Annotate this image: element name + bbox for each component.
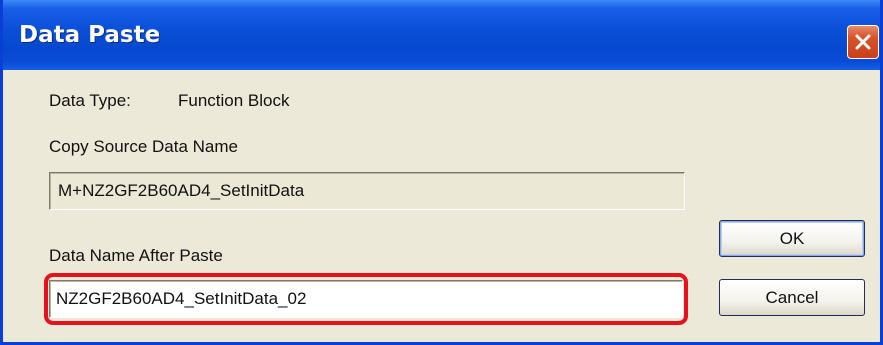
paste-name-label: Data Name After Paste (49, 246, 223, 265)
data-type-label: Data Type: (49, 91, 131, 110)
paste-name-input[interactable] (56, 285, 656, 313)
paste-name-field[interactable] (49, 280, 683, 318)
close-icon (855, 34, 871, 50)
dialog-body: Data Type: Function Block Copy Source Da… (3, 70, 880, 342)
copy-source-value: M+NZ2GF2B60AD4_SetInitData (58, 181, 305, 200)
close-button[interactable] (847, 25, 879, 59)
cancel-button[interactable]: Cancel (719, 279, 865, 316)
title-bar[interactable]: Data Paste (3, 0, 880, 70)
copy-source-field: M+NZ2GF2B60AD4_SetInitData (49, 172, 685, 210)
ok-button[interactable]: OK (719, 220, 865, 257)
copy-source-label: Copy Source Data Name (49, 137, 238, 156)
data-type-value: Function Block (178, 91, 290, 110)
dialog-title: Data Paste (19, 22, 161, 48)
data-paste-dialog: Data Paste Data Type: Function Block Cop… (0, 0, 883, 345)
